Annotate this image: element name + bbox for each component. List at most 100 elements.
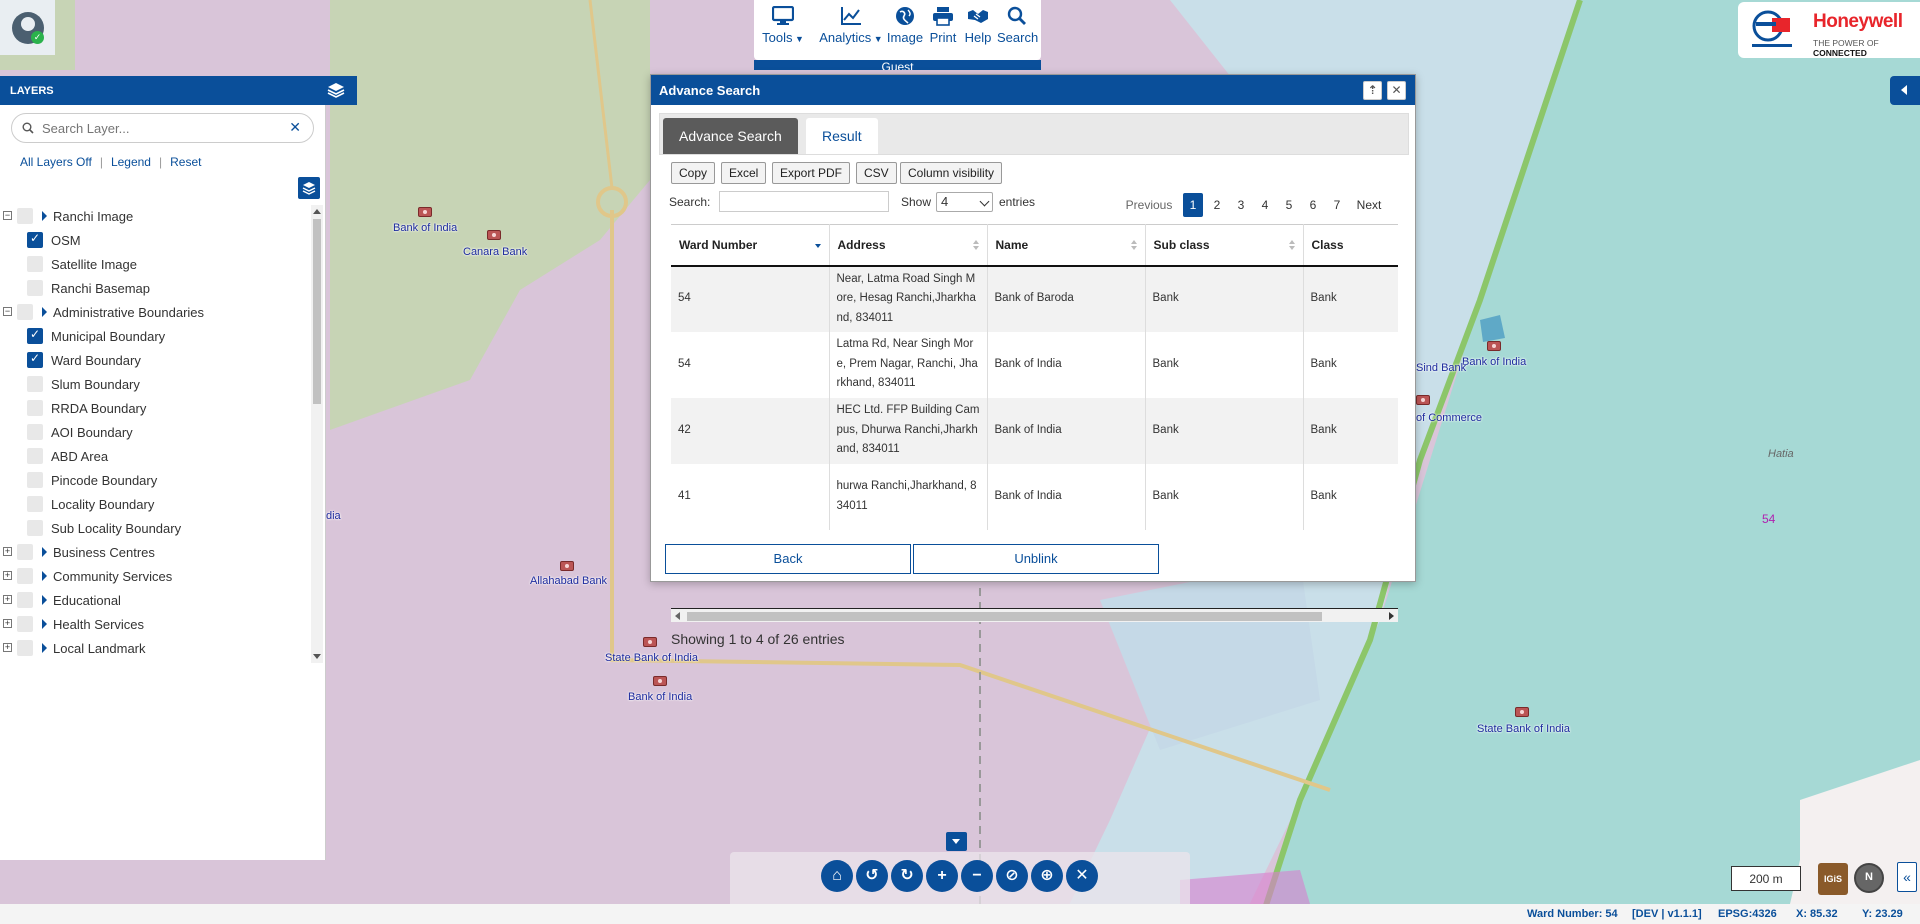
- layer-row[interactable]: Ward Boundary: [0, 349, 306, 373]
- map-label-bank[interactable]: Sind Bank: [1416, 362, 1466, 374]
- caret-right-icon[interactable]: [42, 211, 47, 221]
- map-label-bank[interactable]: Bank of India: [628, 691, 692, 703]
- layer-group-row[interactable]: + Community Services: [0, 565, 306, 589]
- pager-page[interactable]: 3: [1231, 193, 1251, 217]
- caret-right-icon[interactable]: [42, 595, 47, 605]
- hide-icon[interactable]: ⊘: [996, 860, 1028, 892]
- layer-checkbox[interactable]: [27, 496, 43, 512]
- layer-checkbox[interactable]: [27, 520, 43, 536]
- layer-checkbox[interactable]: [27, 448, 43, 464]
- layers-stack-icon[interactable]: [327, 81, 345, 99]
- scroll-thumb[interactable]: [313, 219, 321, 404]
- compass-icon[interactable]: [1854, 863, 1884, 893]
- layer-checkbox[interactable]: [27, 424, 43, 440]
- column-visibility-button[interactable]: Column visibility: [900, 162, 1003, 184]
- layer-row[interactable]: AOI Boundary: [0, 421, 306, 445]
- layer-row[interactable]: ABD Area: [0, 445, 306, 469]
- toolbar-help[interactable]: Help: [960, 6, 996, 45]
- back-button[interactable]: Back: [665, 544, 911, 574]
- toolbar-analytics[interactable]: Analytics ▼: [809, 6, 893, 45]
- bottom-bar-toggle[interactable]: [946, 832, 967, 851]
- layer-checkbox[interactable]: [17, 640, 33, 656]
- collapse-icon[interactable]: −: [3, 307, 12, 316]
- layer-order-button[interactable]: [298, 177, 320, 199]
- scroll-right-icon[interactable]: [1389, 612, 1394, 620]
- map-label-bank[interactable]: Canara Bank: [463, 246, 527, 258]
- pager-page[interactable]: 4: [1255, 193, 1275, 217]
- layer-checkbox[interactable]: [27, 256, 43, 272]
- expand-icon[interactable]: +: [3, 571, 12, 580]
- expand-icon[interactable]: +: [3, 547, 12, 556]
- bank-marker[interactable]: [1515, 707, 1529, 717]
- layer-checkbox[interactable]: [17, 304, 33, 320]
- layer-checkbox[interactable]: [17, 616, 33, 632]
- layer-row[interactable]: Sub Locality Boundary: [0, 517, 306, 541]
- bank-marker[interactable]: [1487, 341, 1501, 351]
- bank-marker[interactable]: [1416, 395, 1430, 405]
- table-row[interactable]: 42 HEC Ltd. FFP Building Campus, Dhurwa …: [671, 397, 1398, 464]
- pin-button[interactable]: ⇡: [1363, 81, 1382, 100]
- excel-button[interactable]: Excel: [721, 162, 767, 184]
- scroll-thumb[interactable]: [687, 612, 1322, 621]
- table-horizontal-scrollbar[interactable]: [671, 608, 1398, 622]
- map-label-bank[interactable]: Bank of India: [393, 222, 457, 234]
- legend-link[interactable]: Legend: [111, 155, 151, 169]
- layer-checkbox[interactable]: [17, 568, 33, 584]
- layer-checkbox[interactable]: [27, 280, 43, 296]
- table-search-input[interactable]: [719, 191, 889, 212]
- pager-page[interactable]: 2: [1207, 193, 1227, 217]
- col-header-address[interactable]: Address: [829, 224, 988, 267]
- layer-checkbox[interactable]: [17, 544, 33, 560]
- col-header-class[interactable]: Class: [1303, 224, 1398, 267]
- layer-checkbox[interactable]: [17, 592, 33, 608]
- entries-select[interactable]: 4: [936, 192, 993, 212]
- layer-group-row[interactable]: + Business Centres: [0, 541, 306, 565]
- toolbar-print[interactable]: Print: [924, 6, 962, 45]
- scroll-left-icon[interactable]: [675, 612, 680, 620]
- expand-icon[interactable]: +: [3, 619, 12, 628]
- toolbar-search[interactable]: Search: [997, 6, 1038, 45]
- tab-result[interactable]: Result: [806, 118, 878, 154]
- caret-right-icon[interactable]: [42, 619, 47, 629]
- col-header-sub-class[interactable]: Sub class: [1145, 224, 1304, 267]
- layer-group-row[interactable]: + Educational: [0, 589, 306, 613]
- toolbar-tools[interactable]: Tools ▼: [754, 6, 812, 45]
- bank-marker[interactable]: [560, 561, 574, 571]
- layer-row[interactable]: Municipal Boundary: [0, 325, 306, 349]
- map-label-bank[interactable]: dia: [326, 510, 341, 522]
- pager-page[interactable]: 6: [1303, 193, 1323, 217]
- layer-row[interactable]: Ranchi Basemap: [0, 277, 306, 301]
- layer-group-row[interactable]: + Local Landmark: [0, 637, 306, 661]
- layer-checkbox[interactable]: [17, 208, 33, 224]
- csv-button[interactable]: CSV: [856, 162, 897, 184]
- layer-tree-scrollbar[interactable]: [311, 205, 323, 663]
- unblink-button[interactable]: Unblink: [913, 544, 1159, 574]
- layer-checkbox[interactable]: [27, 231, 43, 248]
- user-avatar[interactable]: ✓: [0, 0, 55, 55]
- scroll-down-icon[interactable]: [313, 654, 321, 659]
- pager-page[interactable]: 5: [1279, 193, 1299, 217]
- bank-marker[interactable]: [418, 207, 432, 217]
- reset-link[interactable]: Reset: [170, 155, 201, 169]
- layer-row[interactable]: Pincode Boundary: [0, 469, 306, 493]
- table-row[interactable]: 41 hurwa Ranchi,Jharkhand, 834011 Bank o…: [671, 463, 1398, 530]
- bank-marker[interactable]: [643, 637, 657, 647]
- bank-marker[interactable]: [487, 230, 501, 240]
- expand-icon[interactable]: +: [3, 643, 12, 652]
- undo-icon[interactable]: ↺: [856, 860, 888, 892]
- layer-checkbox[interactable]: [27, 351, 43, 368]
- zoom-in-icon[interactable]: +: [926, 860, 958, 892]
- layer-row[interactable]: OSM: [0, 229, 306, 253]
- caret-right-icon[interactable]: [42, 643, 47, 653]
- layer-group-row[interactable]: − Administrative Boundaries: [0, 301, 306, 325]
- pager-previous[interactable]: Previous: [1123, 193, 1175, 217]
- layer-row[interactable]: Satellite Image: [0, 253, 306, 277]
- caret-right-icon[interactable]: [42, 547, 47, 557]
- home-icon[interactable]: ⌂: [821, 860, 853, 892]
- pager-page[interactable]: 7: [1327, 193, 1347, 217]
- map-label-bank[interactable]: of Commerce: [1416, 412, 1482, 424]
- pager-next[interactable]: Next: [1352, 193, 1386, 217]
- clear-icon[interactable]: ✕: [1066, 860, 1098, 892]
- redo-icon[interactable]: ↻: [891, 860, 923, 892]
- all-layers-off-link[interactable]: All Layers Off: [20, 155, 92, 169]
